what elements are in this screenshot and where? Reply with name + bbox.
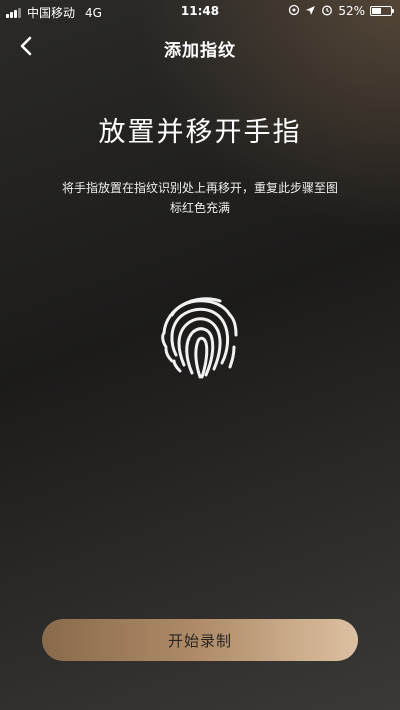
battery-fill bbox=[372, 8, 382, 14]
alarm-icon bbox=[321, 4, 333, 18]
fingerprint-icon bbox=[150, 285, 250, 385]
instruction-text: 将手指放置在指纹识别处上再移开，重复此步骤至图标红色充满 bbox=[61, 181, 338, 215]
location-icon bbox=[305, 5, 316, 18]
battery-percent: 52% bbox=[338, 4, 365, 18]
orientation-lock-icon bbox=[288, 4, 300, 18]
page-title: 添加指纹 bbox=[164, 41, 236, 61]
nav-bar: 添加指纹 bbox=[0, 22, 400, 70]
start-recording-button[interactable]: 开始录制 bbox=[42, 619, 358, 661]
headline: 放置并移开手指 bbox=[98, 117, 302, 148]
battery-icon bbox=[370, 6, 394, 16]
status-bar: 中国移动 4G 11:48 52% bbox=[0, 0, 400, 22]
status-right: 52% bbox=[288, 4, 394, 18]
